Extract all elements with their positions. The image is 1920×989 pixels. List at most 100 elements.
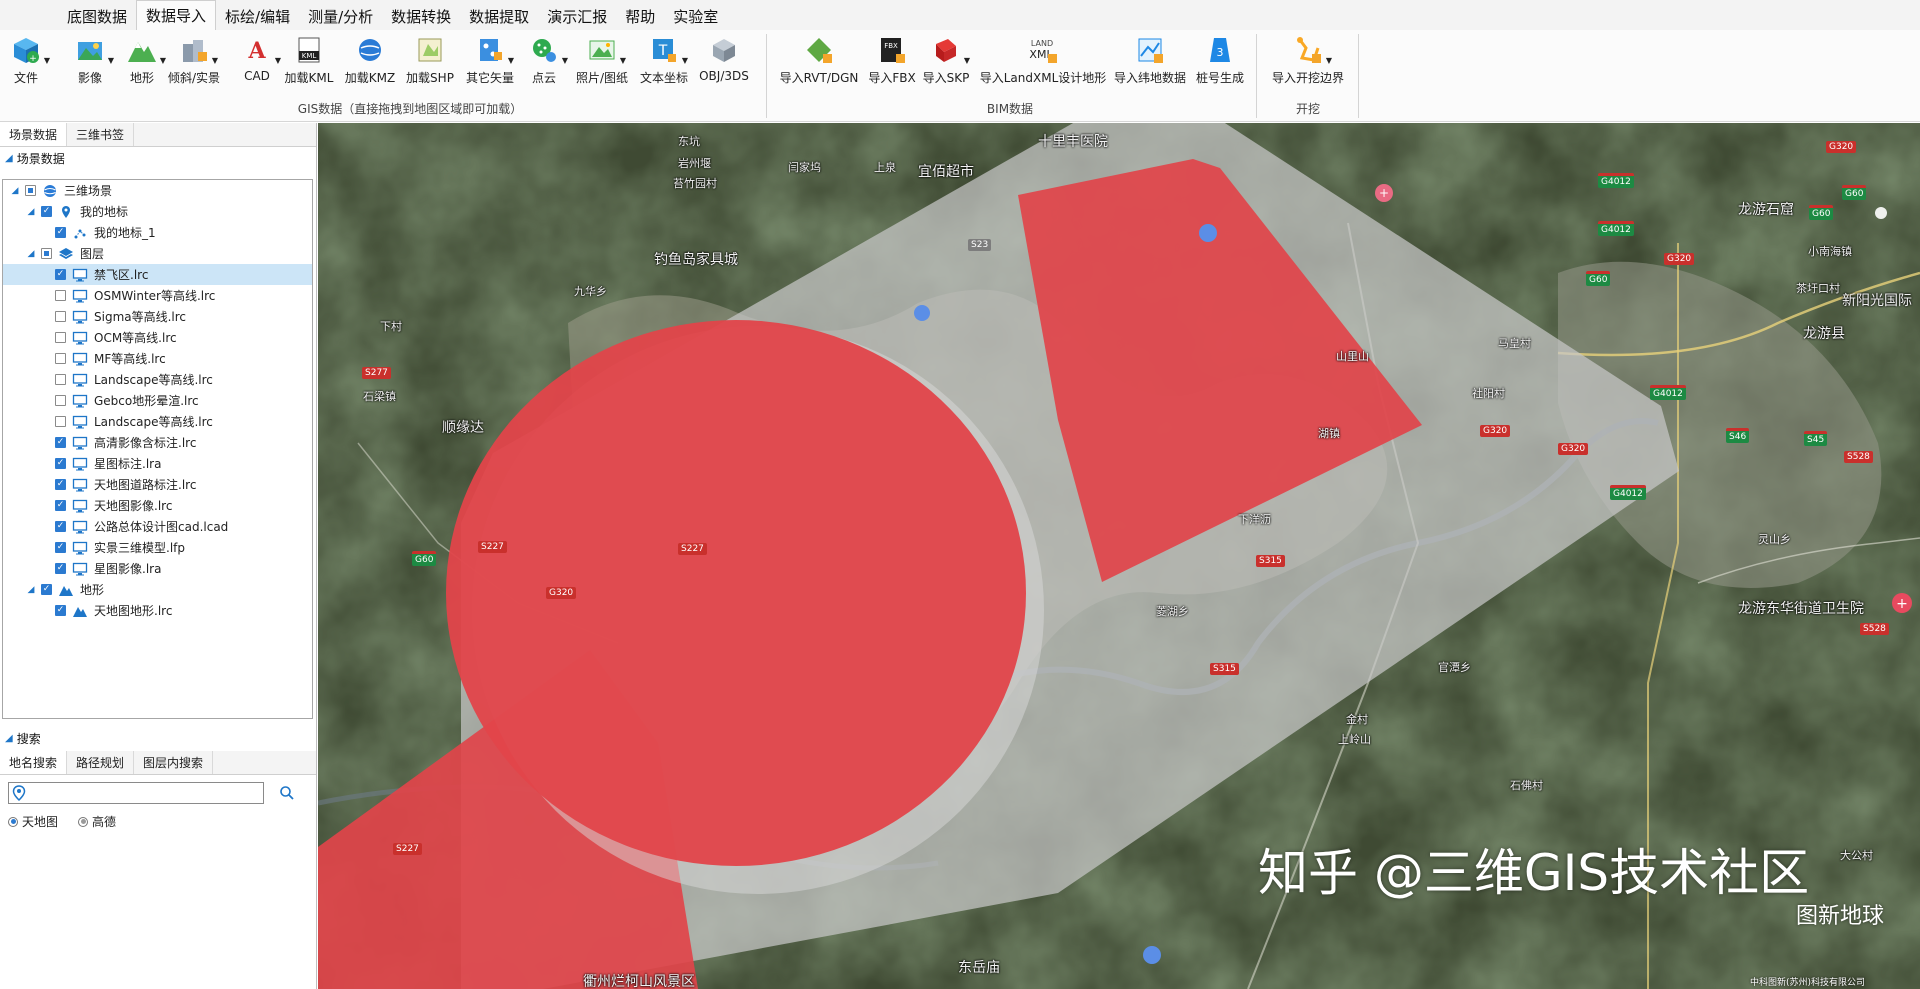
shop-marker-icon[interactable]: [1199, 224, 1217, 242]
layer-visibility-checkbox[interactable]: [55, 227, 66, 238]
menu-tab-3[interactable]: 测量/分析: [299, 2, 382, 30]
menu-tab-6[interactable]: 演示汇报: [538, 2, 616, 30]
menu-tab-1[interactable]: 数据导入: [136, 0, 217, 30]
cad-icon: A ▼: [247, 38, 281, 65]
layer-visibility-checkbox[interactable]: [55, 416, 66, 427]
monitor-icon: [72, 562, 88, 576]
expand-toggle-icon[interactable]: ◢: [25, 249, 37, 259]
tab-place-search[interactable]: 地名搜索: [0, 751, 68, 774]
layer-visibility-checkbox[interactable]: [55, 458, 66, 469]
poi-marker-icon[interactable]: [1143, 946, 1161, 964]
tab-layer-search[interactable]: 图层内搜索: [134, 751, 214, 774]
layer-visibility-checkbox[interactable]: [55, 479, 66, 490]
other-vector-button[interactable]: ▼ 其它矢量: [464, 32, 516, 94]
layer-visibility-checkbox[interactable]: [55, 395, 66, 406]
tree-node[interactable]: 禁飞区.lrc: [3, 264, 312, 285]
tree-node[interactable]: 星图影像.lra: [3, 558, 312, 579]
imagery-button[interactable]: ▼ 影像: [70, 32, 114, 94]
file-button[interactable]: + ▼ 文件: [6, 32, 50, 94]
tree-node[interactable]: ◢ 图层: [3, 243, 312, 264]
terrain-button[interactable]: ▼ 地形: [122, 32, 166, 94]
map-view[interactable]: + + 十里丰医院 宜佰超市 钓鱼岛家具城 顺缘达 龙游石窟 新阳光国际 龙游县 龙游东华街道…: [318, 123, 1920, 989]
obj-3ds-button[interactable]: OBJ/3DS: [698, 32, 750, 94]
search-section-header[interactable]: ◢ 搜索: [0, 727, 316, 749]
tree-node[interactable]: ◢ 我的地标: [3, 201, 312, 222]
tree-node[interactable]: 天地图地形.lrc: [3, 600, 312, 621]
cad-button[interactable]: A ▼ CAD: [239, 32, 281, 94]
tree-node[interactable]: 天地图道路标注.lrc: [3, 474, 312, 495]
tab-scene-data[interactable]: 场景数据: [0, 123, 68, 146]
menu-tab-7[interactable]: 帮助: [616, 2, 664, 30]
tree-node[interactable]: Landscape等高线.lrc: [3, 411, 312, 432]
tab-route-planning[interactable]: 路径规划: [67, 751, 135, 774]
tree-node[interactable]: ◢ 地形: [3, 579, 312, 600]
layer-visibility-checkbox[interactable]: [25, 185, 36, 196]
oblique-button[interactable]: ▼ 倾斜/实景: [166, 32, 222, 94]
tree-node[interactable]: ◢ 三维场景: [3, 180, 312, 201]
expand-toggle-icon[interactable]: ◢: [25, 207, 37, 217]
tree-node[interactable]: 实景三维模型.lfp: [3, 537, 312, 558]
load-shp-button[interactable]: 加载SHP: [405, 32, 455, 94]
tree-node[interactable]: MF等高线.lrc: [3, 348, 312, 369]
road-number-badge: G60: [412, 551, 437, 566]
radio-tianditu-label: 天地图: [22, 815, 59, 829]
import-rvt-dgn-button[interactable]: 导入RVT/DGN: [778, 32, 860, 94]
menu-tab-4[interactable]: 数据转换: [382, 2, 460, 30]
tree-node[interactable]: 天地图影像.lrc: [3, 495, 312, 516]
point-cloud-button[interactable]: ▼ 点云: [528, 32, 568, 94]
layer-visibility-checkbox[interactable]: [41, 206, 52, 217]
expand-toggle-icon[interactable]: ◢: [25, 585, 37, 595]
menu-tab-8[interactable]: 实验室: [664, 2, 727, 30]
import-fbx-button[interactable]: FBX 导入FBX: [868, 32, 916, 94]
map-place-label: 龙游县: [1803, 326, 1845, 342]
tree-node[interactable]: Sigma等高线.lrc: [3, 306, 312, 327]
photo-drawing-button[interactable]: ▼ 照片/图纸: [574, 32, 630, 94]
tree-node[interactable]: 星图标注.lra: [3, 453, 312, 474]
layer-visibility-checkbox[interactable]: [55, 500, 66, 511]
layer-visibility-checkbox[interactable]: [55, 437, 66, 448]
load-kml-button[interactable]: KML 加载KML: [283, 32, 335, 94]
import-weidi-button[interactable]: 导入纬地数据: [1112, 32, 1188, 94]
menu-tab-2[interactable]: 标绘/编辑: [216, 2, 299, 30]
layer-visibility-checkbox[interactable]: [55, 374, 66, 385]
text-coord-button[interactable]: T ▼ 文本坐标: [638, 32, 690, 94]
tree-node[interactable]: OSMWinter等高线.lrc: [3, 285, 312, 306]
shop-marker-icon[interactable]: [914, 305, 930, 321]
layer-visibility-checkbox[interactable]: [55, 332, 66, 343]
radio-gaode[interactable]: [78, 816, 89, 827]
menu-tab-0[interactable]: 底图数据: [58, 2, 136, 30]
layer-visibility-checkbox[interactable]: [55, 290, 66, 301]
tree-node[interactable]: OCM等高线.lrc: [3, 327, 312, 348]
layer-visibility-checkbox[interactable]: [55, 311, 66, 322]
scene-data-section-header[interactable]: ◢ 场景数据: [0, 147, 316, 169]
layer-visibility-checkbox[interactable]: [55, 353, 66, 364]
tree-node[interactable]: 我的地标_1: [3, 222, 312, 243]
search-tabs: 地名搜索 路径规划 图层内搜索: [0, 751, 316, 775]
import-landxml-button[interactable]: LAND XML 导入LandXML设计地形: [978, 32, 1108, 94]
load-kmz-button[interactable]: 加载KMZ: [344, 32, 396, 94]
layer-visibility-checkbox[interactable]: [41, 248, 52, 259]
poi-marker-icon[interactable]: [1875, 207, 1887, 219]
layer-visibility-checkbox[interactable]: [41, 584, 52, 595]
radio-tianditu[interactable]: [8, 816, 18, 827]
search-icon[interactable]: [279, 785, 295, 801]
tree-node[interactable]: 公路总体设计图cad.lcad: [3, 516, 312, 537]
stake-generate-button[interactable]: 3 桩号生成: [1194, 32, 1246, 94]
layer-visibility-checkbox[interactable]: [55, 269, 66, 280]
monitor-icon: [72, 331, 88, 345]
tree-node[interactable]: 高清影像含标注.lrc: [3, 432, 312, 453]
import-excavation-button[interactable]: ▼ 导入开挖边界: [1270, 32, 1346, 94]
layer-visibility-checkbox[interactable]: [55, 521, 66, 532]
map-place-label: 金村: [1346, 713, 1368, 726]
menu-tab-5[interactable]: 数据提取: [460, 2, 538, 30]
import-skp-button[interactable]: ▼ 导入SKP: [922, 32, 970, 94]
tree-node[interactable]: Gebco地形晕渲.lrc: [3, 390, 312, 411]
tree-node[interactable]: Landscape等高线.lrc: [3, 369, 312, 390]
layer-visibility-checkbox[interactable]: [55, 605, 66, 616]
tab-3d-bookmarks[interactable]: 三维书签: [67, 123, 135, 146]
tree-node-label: 公路总体设计图cad.lcad: [94, 520, 229, 534]
layer-visibility-checkbox[interactable]: [55, 563, 66, 574]
place-search-input[interactable]: [8, 782, 264, 804]
layer-visibility-checkbox[interactable]: [55, 542, 66, 553]
expand-toggle-icon[interactable]: ◢: [9, 186, 21, 196]
